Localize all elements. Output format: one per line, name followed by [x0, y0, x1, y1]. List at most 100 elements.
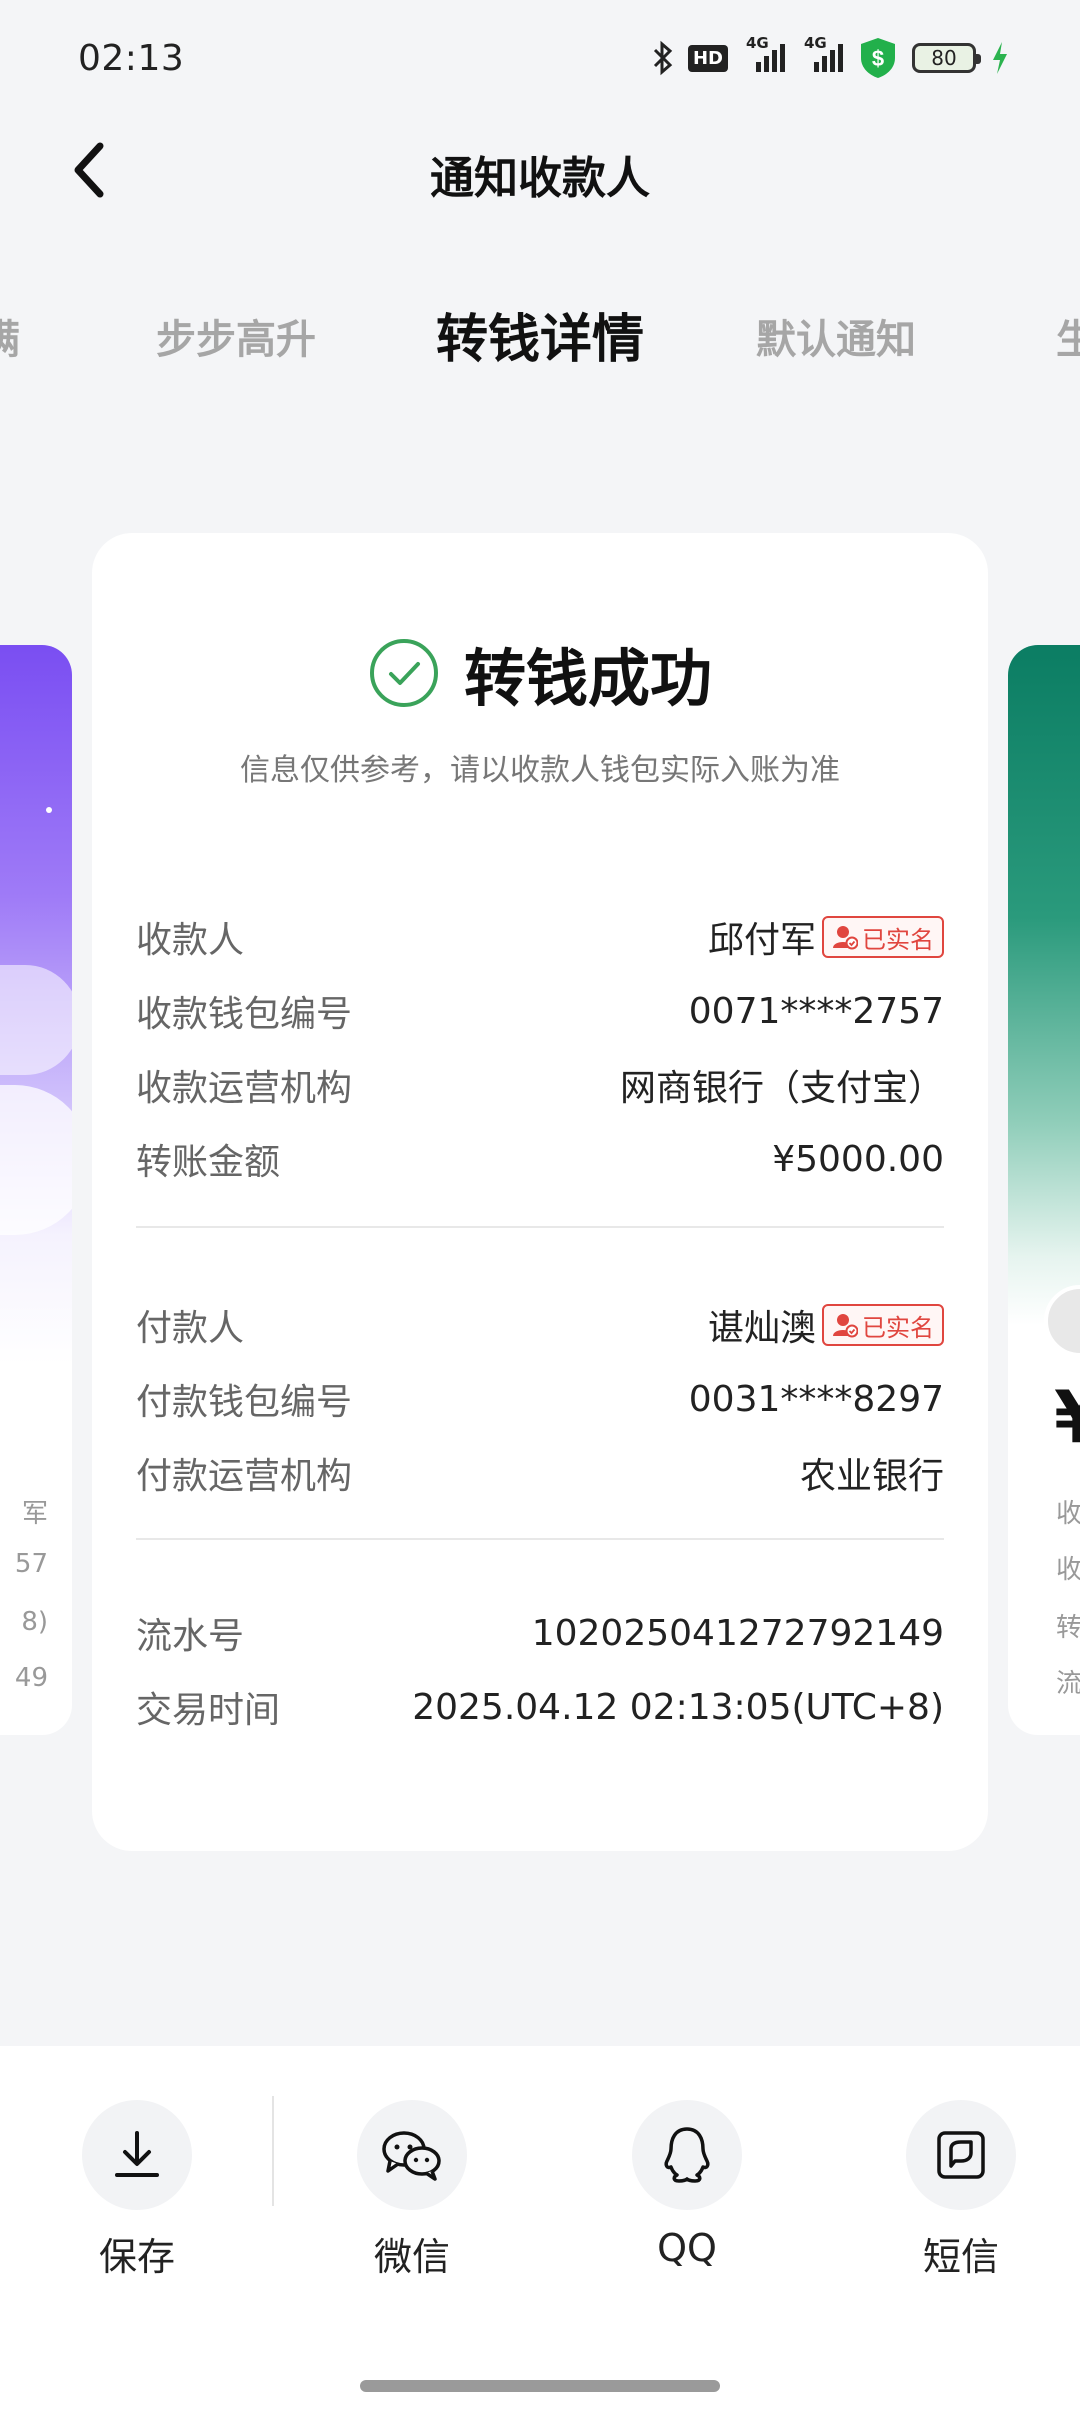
divider — [136, 1538, 944, 1540]
row-label: 交易时间 — [136, 1690, 281, 1731]
status-title: 转钱成功 — [463, 642, 712, 715]
security-shield-icon: $ — [858, 36, 898, 80]
peek-text: 收 — [1056, 1499, 1080, 1529]
transfer-amount-row: 转账金额 ¥5000.00 — [136, 1131, 944, 1187]
row-label: 付款钱包编号 — [136, 1382, 353, 1423]
qq-icon-circle — [632, 2100, 742, 2210]
download-icon — [115, 2131, 159, 2177]
peek-text: 流 — [1056, 1669, 1080, 1699]
qq-icon — [664, 2127, 710, 2183]
share-label: 微信 — [373, 2235, 450, 2279]
wechat-icon — [382, 2131, 441, 2181]
net-label-1: 4G — [746, 34, 769, 52]
divider — [136, 1226, 944, 1228]
prev-template-card[interactable]: 军 57 8) 49 — [0, 645, 72, 1735]
status-time: 02:13 — [78, 38, 185, 79]
tab-bubugaosheng[interactable]: 步步高升 — [156, 307, 316, 365]
sms-icon — [937, 2131, 985, 2179]
hd-icon: HD — [687, 44, 728, 72]
peek-text: 收 — [1056, 1555, 1080, 1585]
qq-share-button[interactable]: QQ — [602, 2100, 772, 2270]
verified-badge-label: 已实名 — [862, 925, 934, 954]
next-template-card[interactable]: ¥ 收 收 转 流 — [1008, 645, 1080, 1735]
row-value: 网商银行（支付宝） — [619, 1068, 944, 1109]
payer-name: 谌灿澳 — [707, 1308, 816, 1349]
template-tabs: 满 步步高升 转钱详情 默认通知 生 — [0, 295, 1080, 375]
wechat-icon-circle — [357, 2100, 467, 2210]
row-value: ¥5000.00 — [772, 1138, 944, 1180]
row-value: 谌灿澳 已实名 — [708, 1299, 944, 1351]
row-value: 邱付军 已实名 — [708, 911, 944, 963]
wechat-share-button[interactable]: 微信 — [327, 2100, 497, 2281]
home-indicator[interactable] — [360, 2380, 720, 2392]
verified-badge: 已实名 — [822, 916, 944, 958]
share-label: 保存 — [98, 2235, 175, 2279]
status-bar: 02:13 HD 4G 4G $ 80 — [0, 0, 1080, 120]
charging-icon — [990, 40, 1010, 76]
row-value: 2025.04.12 02:13:05(UTC+8) — [412, 1686, 944, 1728]
payee-name-row: 收款人 邱付军 已实名 — [136, 909, 944, 965]
row-value: 农业银行 — [799, 1456, 944, 1497]
svg-text:$: $ — [872, 46, 884, 71]
cloud-decoration-2 — [0, 1085, 72, 1235]
header: 通知收款人 — [0, 120, 1080, 220]
peek-text: 8) — [21, 1607, 48, 1637]
status-header: 转钱成功 — [92, 633, 988, 715]
hd-label: HD — [692, 47, 723, 69]
share-separator — [272, 2096, 274, 2206]
share-label: 短信 — [922, 2235, 999, 2279]
verified-badge: 已实名 — [822, 1304, 944, 1346]
serial-number-row: 流水号 102025041272792149 — [136, 1605, 944, 1661]
verified-user-icon — [833, 1314, 858, 1338]
tab-zhuanqian-xiangqing[interactable]: 转钱详情 — [436, 297, 644, 372]
peek-text: 军 — [21, 1499, 48, 1529]
row-label: 流水号 — [136, 1616, 245, 1657]
row-value: 0071****2757 — [688, 990, 944, 1032]
page: 02:13 HD 4G 4G $ 80 通知收款人 步步高升 转钱详情 默认通知… — [0, 0, 1080, 2412]
row-label: 收款运营机构 — [136, 1068, 353, 1109]
transfer-detail-card: 转钱成功 信息仅供参考，请以收款人钱包实际入账为准 收款人 邱付军 已实名 收款… — [92, 533, 988, 1851]
signal-4g-icon-2: 4G — [800, 34, 844, 76]
row-value: 102025041272792149 — [531, 1612, 944, 1654]
row-label: 付款运营机构 — [136, 1456, 353, 1497]
save-button[interactable]: 保存 — [52, 2100, 222, 2281]
net-label-2: 4G — [804, 34, 827, 52]
peek-text: 57 — [14, 1549, 48, 1579]
verified-user-icon — [833, 926, 858, 950]
tab-partial-left[interactable]: 满 — [0, 307, 20, 365]
page-title: 通知收款人 — [430, 153, 650, 204]
payer-name-row: 付款人 谌灿澳 已实名 — [136, 1297, 944, 1353]
green-pattern-background — [1008, 645, 1080, 1325]
success-check-icon — [369, 639, 438, 707]
tab-moren-tongzhi[interactable]: 默认通知 — [756, 307, 916, 365]
payee-name: 邱付军 — [707, 920, 816, 961]
status-note: 信息仅供参考，请以收款人钱包实际入账为准 — [240, 753, 840, 788]
status-icons: HD 4G 4G $ 80 — [652, 34, 1010, 80]
row-label: 收款钱包编号 — [136, 994, 353, 1035]
payee-operator-row: 收款运营机构 网商银行（支付宝） — [136, 1057, 944, 1113]
sms-icon-circle — [906, 2100, 1016, 2210]
battery-icon: 80 — [912, 43, 981, 73]
row-label: 收款人 — [136, 920, 245, 961]
peek-text: 49 — [14, 1663, 48, 1693]
payee-wallet-row: 收款钱包编号 0071****2757 — [136, 983, 944, 1039]
payer-wallet-row: 付款钱包编号 0031****8297 — [136, 1371, 944, 1427]
tab-partial-right[interactable]: 生 — [1056, 307, 1080, 365]
row-value: 0031****8297 — [688, 1378, 944, 1420]
battery-level: 80 — [931, 46, 957, 70]
peek-text: 转 — [1056, 1613, 1080, 1643]
share-label: QQ — [657, 2226, 717, 2270]
verified-badge-label: 已实名 — [862, 1313, 934, 1342]
signal-4g-icon: 4G — [742, 34, 786, 76]
cloud-decoration — [0, 965, 72, 1075]
payer-operator-row: 付款运营机构 农业银行 — [136, 1445, 944, 1501]
transaction-time-row: 交易时间 2025.04.12 02:13:05(UTC+8) — [136, 1679, 944, 1735]
sms-share-button[interactable]: 短信 — [876, 2100, 1046, 2281]
star-decoration — [46, 807, 52, 813]
row-label: 付款人 — [136, 1308, 245, 1349]
row-label: 转账金额 — [136, 1142, 281, 1183]
share-bar: 保存 微信 QQ 短信 — [0, 2046, 1080, 2412]
amount-currency: ¥ — [1054, 1375, 1080, 1459]
save-icon-circle — [82, 2100, 192, 2210]
bluetooth-icon — [652, 40, 674, 76]
